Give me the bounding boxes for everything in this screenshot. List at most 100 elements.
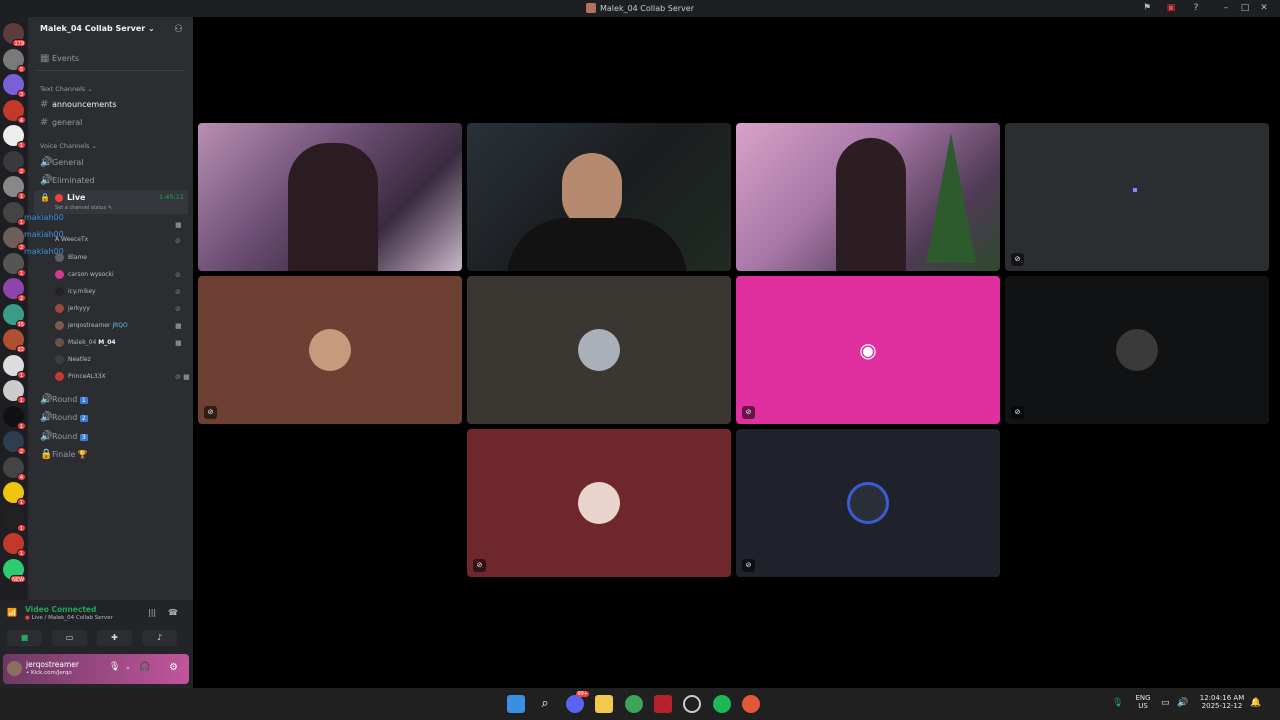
- notification-badge: 4: [17, 115, 26, 124]
- server-icon[interactable]: 1: [3, 252, 26, 277]
- windows-start-icon[interactable]: [507, 695, 525, 713]
- voice-location[interactable]: ● Live / Malek_04 Collab Server: [25, 615, 113, 621]
- notification-bell-icon[interactable]: 🔔: [1250, 698, 1261, 708]
- avatar: [55, 287, 64, 296]
- chrome-icon[interactable]: [625, 695, 643, 713]
- voice-tile[interactable]: ⊘: [467, 429, 731, 577]
- server-icon[interactable]: 1: [3, 201, 26, 226]
- voice-tile[interactable]: ⊘: [198, 276, 462, 424]
- voice-channel-general[interactable]: 🔊General: [40, 157, 84, 168]
- server-icon[interactable]: 2: [3, 227, 26, 251]
- notification-badge: 99+: [576, 691, 589, 697]
- search-icon[interactable]: ⌕: [536, 695, 554, 713]
- voice-channel-eliminated[interactable]: 🔊Eliminated: [40, 175, 95, 186]
- help-icon[interactable]: ?: [1189, 2, 1203, 15]
- video-tile-screen[interactable]: ⊘: [1005, 123, 1269, 271]
- voice-channel-round-2[interactable]: 🔊Round 2: [40, 412, 88, 423]
- spotify-icon[interactable]: [713, 695, 731, 713]
- voice-user[interactable]: PrinceAL33X: [55, 372, 106, 381]
- avatar: [847, 482, 889, 524]
- round-badge: 1: [79, 397, 88, 404]
- microphone-icon[interactable]: 🎙: [109, 662, 120, 672]
- server-icon[interactable]: 1: [3, 125, 26, 149]
- screen-share-button[interactable]: ▭: [52, 630, 87, 646]
- server-icon[interactable]: 5: [3, 48, 26, 73]
- server-icon[interactable]: 2: [3, 278, 26, 302]
- language-indicator[interactable]: ENG US: [1130, 694, 1156, 710]
- microphone-icon[interactable]: 🎙: [1112, 698, 1123, 708]
- category-text-channels[interactable]: Text Channels ⌄: [40, 85, 93, 93]
- server-icon[interactable]: 1: [3, 176, 26, 200]
- clock[interactable]: 12:04:16 AM 2025-12-12: [1194, 694, 1250, 710]
- video-tile-camera[interactable]: [467, 123, 731, 271]
- voice-user[interactable]: carson wysocki: [55, 270, 114, 279]
- voice-user[interactable]: Neatlez: [55, 355, 91, 364]
- voice-user[interactable]: jerqostreamer JRQO: [55, 321, 128, 330]
- voice-user[interactable]: Blame: [55, 253, 87, 262]
- maximize-icon[interactable]: □: [1238, 2, 1252, 15]
- server-icon[interactable]: 15: [3, 303, 26, 328]
- avatar[interactable]: [7, 661, 22, 676]
- video-tile-stream[interactable]: [198, 123, 462, 271]
- camera-button[interactable]: ■: [7, 630, 42, 646]
- noise-suppression-icon[interactable]: |||: [148, 608, 156, 617]
- voice-tile[interactable]: [467, 276, 731, 424]
- chevron-down-icon[interactable]: ⌄: [125, 663, 131, 671]
- server-icon[interactable]: 1: [3, 482, 26, 506]
- server-icon[interactable]: 2: [3, 150, 26, 175]
- network-icon[interactable]: ▭: [1161, 698, 1170, 708]
- settings-gear-icon[interactable]: ⚙: [169, 662, 178, 673]
- voice-user[interactable]: Malek_04 M_04: [55, 338, 116, 347]
- soundboard-button[interactable]: ♪: [142, 630, 177, 646]
- close-icon[interactable]: ✕: [1257, 2, 1271, 15]
- voice-user[interactable]: A WeeceTx: [55, 236, 88, 243]
- voice-tile[interactable]: ◉ ⊘: [736, 276, 1000, 424]
- volume-icon[interactable]: 🔊: [1177, 698, 1188, 708]
- server-icon[interactable]: 1: [3, 507, 26, 532]
- username[interactable]: jerqostreamer: [26, 660, 79, 669]
- server-icon[interactable]: 4: [3, 456, 26, 481]
- voice-tile[interactable]: ⊘: [1005, 276, 1269, 424]
- invite-people-icon[interactable]: ⚇: [174, 24, 183, 35]
- server-icon[interactable]: NEW: [3, 558, 26, 583]
- headphones-icon[interactable]: 🎧: [139, 662, 150, 672]
- discord-icon[interactable]: 99+: [566, 691, 589, 713]
- channel-general[interactable]: # general: [40, 117, 82, 128]
- channel-announcements[interactable]: # announcements: [40, 99, 117, 110]
- signal-icon[interactable]: 📶: [7, 608, 17, 617]
- video-tile-stream[interactable]: [736, 123, 1000, 271]
- voice-channel-round-3[interactable]: 🔊Round 3: [40, 431, 88, 442]
- minimize-icon[interactable]: –: [1219, 2, 1233, 15]
- events-item[interactable]: ▦ Events: [40, 53, 79, 64]
- notification-badge: 1: [17, 192, 26, 200]
- server-icon[interactable]: 2: [3, 431, 26, 455]
- server-icon[interactable]: 22: [3, 329, 26, 353]
- server-icon[interactable]: 179: [3, 23, 26, 47]
- chrome-icon[interactable]: [742, 695, 760, 713]
- streamer-silhouette: [288, 143, 378, 271]
- activities-button[interactable]: ✚: [97, 630, 132, 646]
- user-tag: M_04: [98, 339, 116, 346]
- server-icon[interactable]: 1: [3, 405, 26, 430]
- file-explorer-icon[interactable]: [595, 695, 613, 713]
- voice-tile[interactable]: ⊘: [736, 429, 1000, 577]
- voice-channel-finale[interactable]: 🔒Finale 🏆: [40, 449, 88, 460]
- voice-user[interactable]: icy.mikey: [55, 287, 96, 296]
- overlay-name: makiah00: [24, 213, 64, 222]
- flag-icon[interactable]: ⚑: [1140, 2, 1154, 15]
- server-name[interactable]: Malek_04 Collab Server ⌄: [40, 24, 155, 33]
- server-icon[interactable]: 4: [3, 99, 26, 124]
- server-icon[interactable]: 1: [3, 380, 26, 404]
- app-icon[interactable]: [683, 695, 701, 713]
- inbox-icon[interactable]: ▣: [1164, 2, 1178, 15]
- voice-user[interactable]: jerkyyy: [55, 304, 90, 313]
- server-list: 179 5 3 4 1 2 1 1 2 1 2 15 22 1 1 1 2 4 1 1 1 NEW: [0, 17, 28, 600]
- server-icon[interactable]: 1: [3, 354, 26, 379]
- disconnect-icon[interactable]: ☎: [168, 608, 178, 617]
- server-icon[interactable]: 3: [3, 74, 26, 98]
- voice-channel-round-1[interactable]: 🔊Round 1: [40, 394, 88, 405]
- app-icon[interactable]: [654, 695, 672, 713]
- server-icon[interactable]: 1: [3, 533, 26, 557]
- voice-status[interactable]: Video Connected: [25, 605, 96, 614]
- category-voice-channels[interactable]: Voice Channels ⌄: [40, 142, 97, 150]
